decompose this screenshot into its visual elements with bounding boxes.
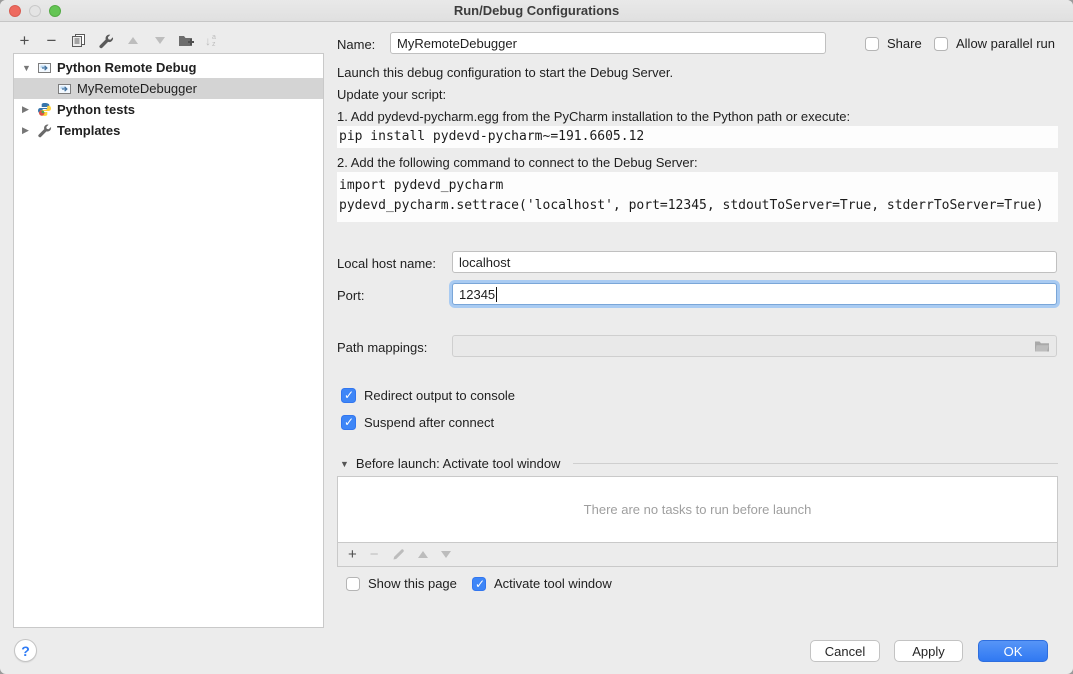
run-debug-configurations-dialog: Run/Debug Configurations + − ↓az Python … (0, 0, 1073, 674)
tree-item-label: Python Remote Debug (57, 60, 196, 75)
suspend-after-connect-option[interactable]: Suspend after connect (341, 415, 494, 430)
before-launch-task-list[interactable]: There are no tasks to run before launch (337, 476, 1058, 543)
remove-icon[interactable]: − (43, 32, 60, 49)
step1-text: 1. Add pydevd-pycharm.egg from the PyCha… (337, 109, 850, 124)
allow-parallel-run-option[interactable]: Allow parallel run (934, 36, 1055, 51)
expand-arrow-icon[interactable] (22, 63, 36, 73)
section-divider (573, 463, 1058, 464)
copy-icon[interactable] (70, 32, 87, 49)
redirect-output-checkbox[interactable] (341, 388, 356, 403)
port-value: 12345 (459, 287, 495, 302)
ok-button[interactable]: OK (978, 640, 1048, 662)
tree-item-python-remote-debug[interactable]: Python Remote Debug (14, 57, 323, 78)
tree-item-label: Templates (57, 123, 120, 138)
empty-tasks-text: There are no tasks to run before launch (584, 502, 812, 517)
step2-text: 2. Add the following command to connect … (337, 155, 698, 170)
collapse-arrow-icon[interactable]: ▼ (340, 459, 349, 469)
help-button[interactable]: ? (14, 639, 37, 662)
apply-button-label: Apply (912, 644, 945, 659)
run-config-icon (36, 60, 52, 76)
name-label: Name: (337, 37, 375, 52)
share-label: Share (887, 36, 922, 51)
suspend-after-connect-label: Suspend after connect (364, 415, 494, 430)
edit-pencil-icon (392, 548, 405, 561)
settrace-code-line: pydevd_pycharm.settrace('localhost', por… (339, 196, 1058, 216)
suspend-after-connect-checkbox[interactable] (341, 415, 356, 430)
window-title: Run/Debug Configurations (0, 3, 1073, 18)
configurations-tree[interactable]: Python Remote Debug MyRemoteDebugger Pyt… (13, 53, 324, 628)
local-host-name-input[interactable] (452, 251, 1057, 273)
before-launch-toolbar: + − (337, 543, 1058, 567)
activate-tool-window-checkbox[interactable] (472, 577, 486, 591)
import-code-line: import pydevd_pycharm (339, 176, 1058, 196)
redirect-output-option[interactable]: Redirect output to console (341, 388, 515, 403)
title-bar[interactable]: Run/Debug Configurations (0, 0, 1073, 22)
move-down-icon (441, 551, 451, 558)
apply-button[interactable]: Apply (894, 640, 963, 662)
move-down-icon (151, 32, 168, 49)
browse-folder-icon[interactable] (1034, 340, 1050, 353)
local-host-name-label: Local host name: (337, 256, 436, 271)
show-this-page-label: Show this page (368, 576, 457, 591)
sort-alphabetically-icon: ↓az (205, 34, 216, 48)
activate-tool-window-label: Activate tool window (494, 576, 612, 591)
port-input[interactable]: 12345 (452, 283, 1057, 305)
add-icon[interactable]: + (348, 546, 357, 563)
show-this-page-option[interactable]: Show this page (346, 576, 457, 591)
tree-item-templates[interactable]: Templates (14, 120, 323, 141)
port-label: Port: (337, 288, 364, 303)
cancel-button[interactable]: Cancel (810, 640, 880, 662)
name-input[interactable] (390, 32, 826, 54)
allow-parallel-run-checkbox[interactable] (934, 37, 948, 51)
share-option[interactable]: Share (865, 36, 922, 51)
python-tests-icon (36, 102, 52, 118)
configurations-toolbar: + − ↓az (16, 32, 216, 49)
before-launch-header[interactable]: ▼ Before launch: Activate tool window (340, 456, 1058, 471)
remove-icon: − (370, 546, 379, 563)
edit-defaults-wrench-icon[interactable] (97, 32, 114, 49)
tree-item-python-tests[interactable]: Python tests (14, 99, 323, 120)
tree-item-myremotedebugger[interactable]: MyRemoteDebugger (14, 78, 323, 99)
wrench-icon (36, 123, 52, 139)
new-folder-icon[interactable] (178, 32, 195, 49)
intro-text: Launch this debug configuration to start… (337, 65, 673, 80)
redirect-output-label: Redirect output to console (364, 388, 515, 403)
cancel-button-label: Cancel (825, 644, 865, 659)
tree-item-label: MyRemoteDebugger (77, 81, 197, 96)
before-launch-title: Before launch: Activate tool window (356, 456, 561, 471)
tree-item-label: Python tests (57, 102, 135, 117)
text-caret (496, 287, 497, 302)
path-mappings-label: Path mappings: (337, 340, 427, 355)
allow-parallel-run-label: Allow parallel run (956, 36, 1055, 51)
show-this-page-checkbox[interactable] (346, 577, 360, 591)
path-mappings-input[interactable] (452, 335, 1057, 357)
add-icon[interactable]: + (16, 32, 33, 49)
share-checkbox[interactable] (865, 37, 879, 51)
expand-arrow-icon[interactable] (22, 125, 36, 136)
run-config-icon (56, 81, 72, 97)
pip-install-code: pip install pydevd-pycharm~=191.6605.12 (337, 126, 1058, 148)
expand-arrow-icon[interactable] (22, 104, 36, 115)
settrace-code-block: import pydevd_pycharm pydevd_pycharm.set… (337, 172, 1058, 222)
help-question-icon: ? (21, 643, 30, 659)
move-up-icon (124, 32, 141, 49)
activate-tool-window-option[interactable]: Activate tool window (472, 576, 612, 591)
ok-button-label: OK (1004, 644, 1023, 659)
move-up-icon (418, 551, 428, 558)
update-script-text: Update your script: (337, 87, 446, 102)
